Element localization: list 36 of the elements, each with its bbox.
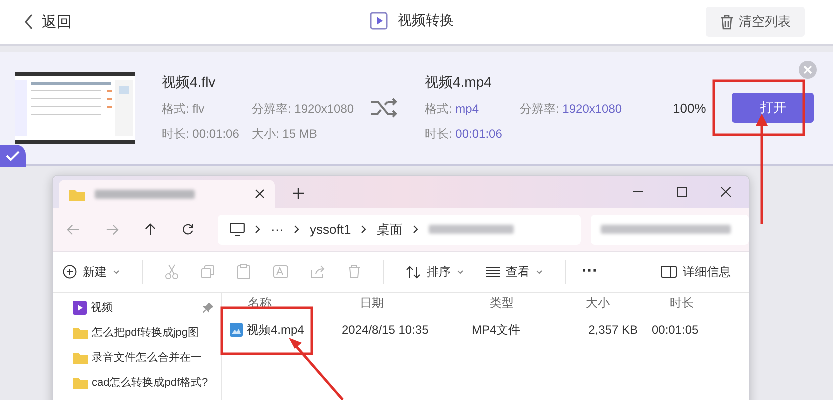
back-button[interactable]: 返回: [24, 12, 72, 32]
source-meta-text: 大小: 15 MB: [252, 126, 318, 142]
column-header[interactable]: 日期: [360, 294, 490, 312]
output-file-name: 视频4.mp4: [425, 74, 493, 92]
source-file-name: 视频4.flv: [162, 74, 217, 92]
breadcrumb[interactable]: ···: [270, 222, 284, 237]
nav-item[interactable]: cad怎么转换成pdf格式?: [53, 370, 221, 395]
open-button[interactable]: 打开: [732, 93, 814, 123]
progress-text: 100%: [673, 100, 706, 116]
output-meta-text: 格式: mp4: [425, 100, 480, 118]
output-meta-text: 分辨率: 1920x1080: [520, 100, 624, 118]
table-cell-text: 2024/8/15 10:35: [342, 323, 430, 337]
table-cell-text: MP4文件: [472, 322, 522, 338]
more-button[interactable]: ···: [582, 263, 598, 281]
clear-list-button[interactable]: 清空列表: [706, 7, 805, 37]
source-meta-text: 格式: flv: [162, 100, 206, 118]
column-header[interactable]: 时长: [656, 294, 694, 312]
sort-button[interactable]: 排序: [406, 264, 464, 280]
column-header[interactable]: 类型: [490, 294, 586, 312]
table-cell-text: 00:01:05: [651, 323, 699, 337]
column-header[interactable]: 大小: [586, 294, 656, 312]
table-cell-text: 2,357 KB: [588, 323, 638, 337]
source-meta-text: 分辨率: 1920x1080: [252, 100, 356, 118]
page-title: 视频转换: [398, 12, 454, 30]
table-cell: 视频4.mp4: [224, 322, 342, 338]
breadcrumb[interactable]: yssoft1: [310, 222, 352, 237]
nav-item[interactable]: 怎么把pdf转换成jpg图: [53, 320, 221, 345]
source-meta-text: 时长: 00:01:06: [162, 126, 240, 142]
nav-item[interactable]: 录音文件怎么合并在一: [53, 345, 221, 370]
new-button[interactable]: 新建: [63, 264, 120, 280]
output-meta-text: 时长: 00:01:06: [425, 126, 504, 142]
nav-item[interactable]: 视频: [53, 295, 221, 320]
view-button[interactable]: 查看: [486, 264, 543, 280]
details-button[interactable]: 详细信息: [661, 264, 731, 280]
address-bar[interactable]: ··· yssoft1 桌面: [218, 214, 582, 244]
breadcrumb[interactable]: 桌面: [377, 220, 404, 238]
